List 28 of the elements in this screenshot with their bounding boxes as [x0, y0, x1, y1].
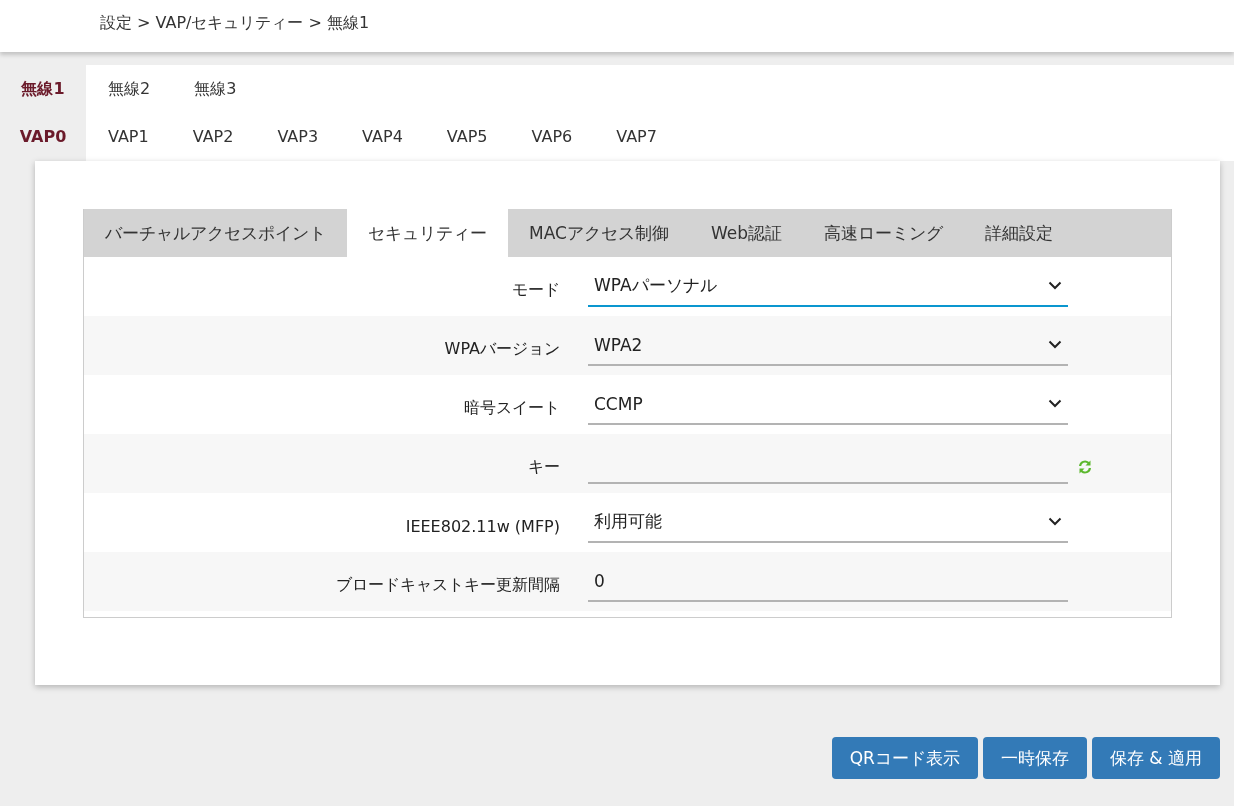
field-label: 暗号スイート	[463, 397, 560, 419]
field-label: モード	[511, 279, 560, 301]
chevron-down-icon	[1048, 340, 1062, 349]
chevron-down-icon	[1048, 517, 1062, 526]
action-button[interactable]: 保存 & 適用	[1091, 737, 1220, 779]
dropdown[interactable]: WPAパーソナル	[588, 266, 1068, 307]
action-button[interactable]: QRコード表示	[831, 737, 978, 779]
field-label: キー	[527, 456, 560, 478]
dropdown[interactable]: WPA2	[588, 325, 1068, 366]
section-tab[interactable]: MACアクセス制御	[508, 209, 690, 257]
chevron-down-icon	[1048, 399, 1062, 408]
field-label: WPAバージョン	[443, 338, 560, 360]
radio-tab[interactable]: 無線1	[0, 65, 86, 113]
section-tab[interactable]: セキュリティー	[347, 209, 508, 257]
chevron-down-icon	[1048, 281, 1062, 290]
section-tab[interactable]: 詳細設定	[963, 209, 1074, 257]
action-button[interactable]: 一時保存	[982, 737, 1087, 779]
section-tab[interactable]: バーチャルアクセスポイント	[84, 209, 347, 257]
vap-tab[interactable]: VAP0	[0, 113, 86, 161]
field-label: ブロードキャストキー更新間隔	[335, 574, 560, 596]
dropdown[interactable]: CCMP	[588, 384, 1068, 425]
field-label: IEEE802.11w (MFP)	[404, 516, 560, 536]
section-tab[interactable]: Web認証	[689, 209, 803, 257]
breadcrumb: 設定 > VAP/セキュリティー > 無線1	[100, 13, 370, 34]
section-tab[interactable]: 高速ローミング	[802, 209, 964, 257]
dropdown[interactable]: 利用可能	[588, 502, 1068, 543]
input-field[interactable]: 0	[588, 561, 1068, 602]
refresh-icon[interactable]	[1076, 457, 1094, 476]
